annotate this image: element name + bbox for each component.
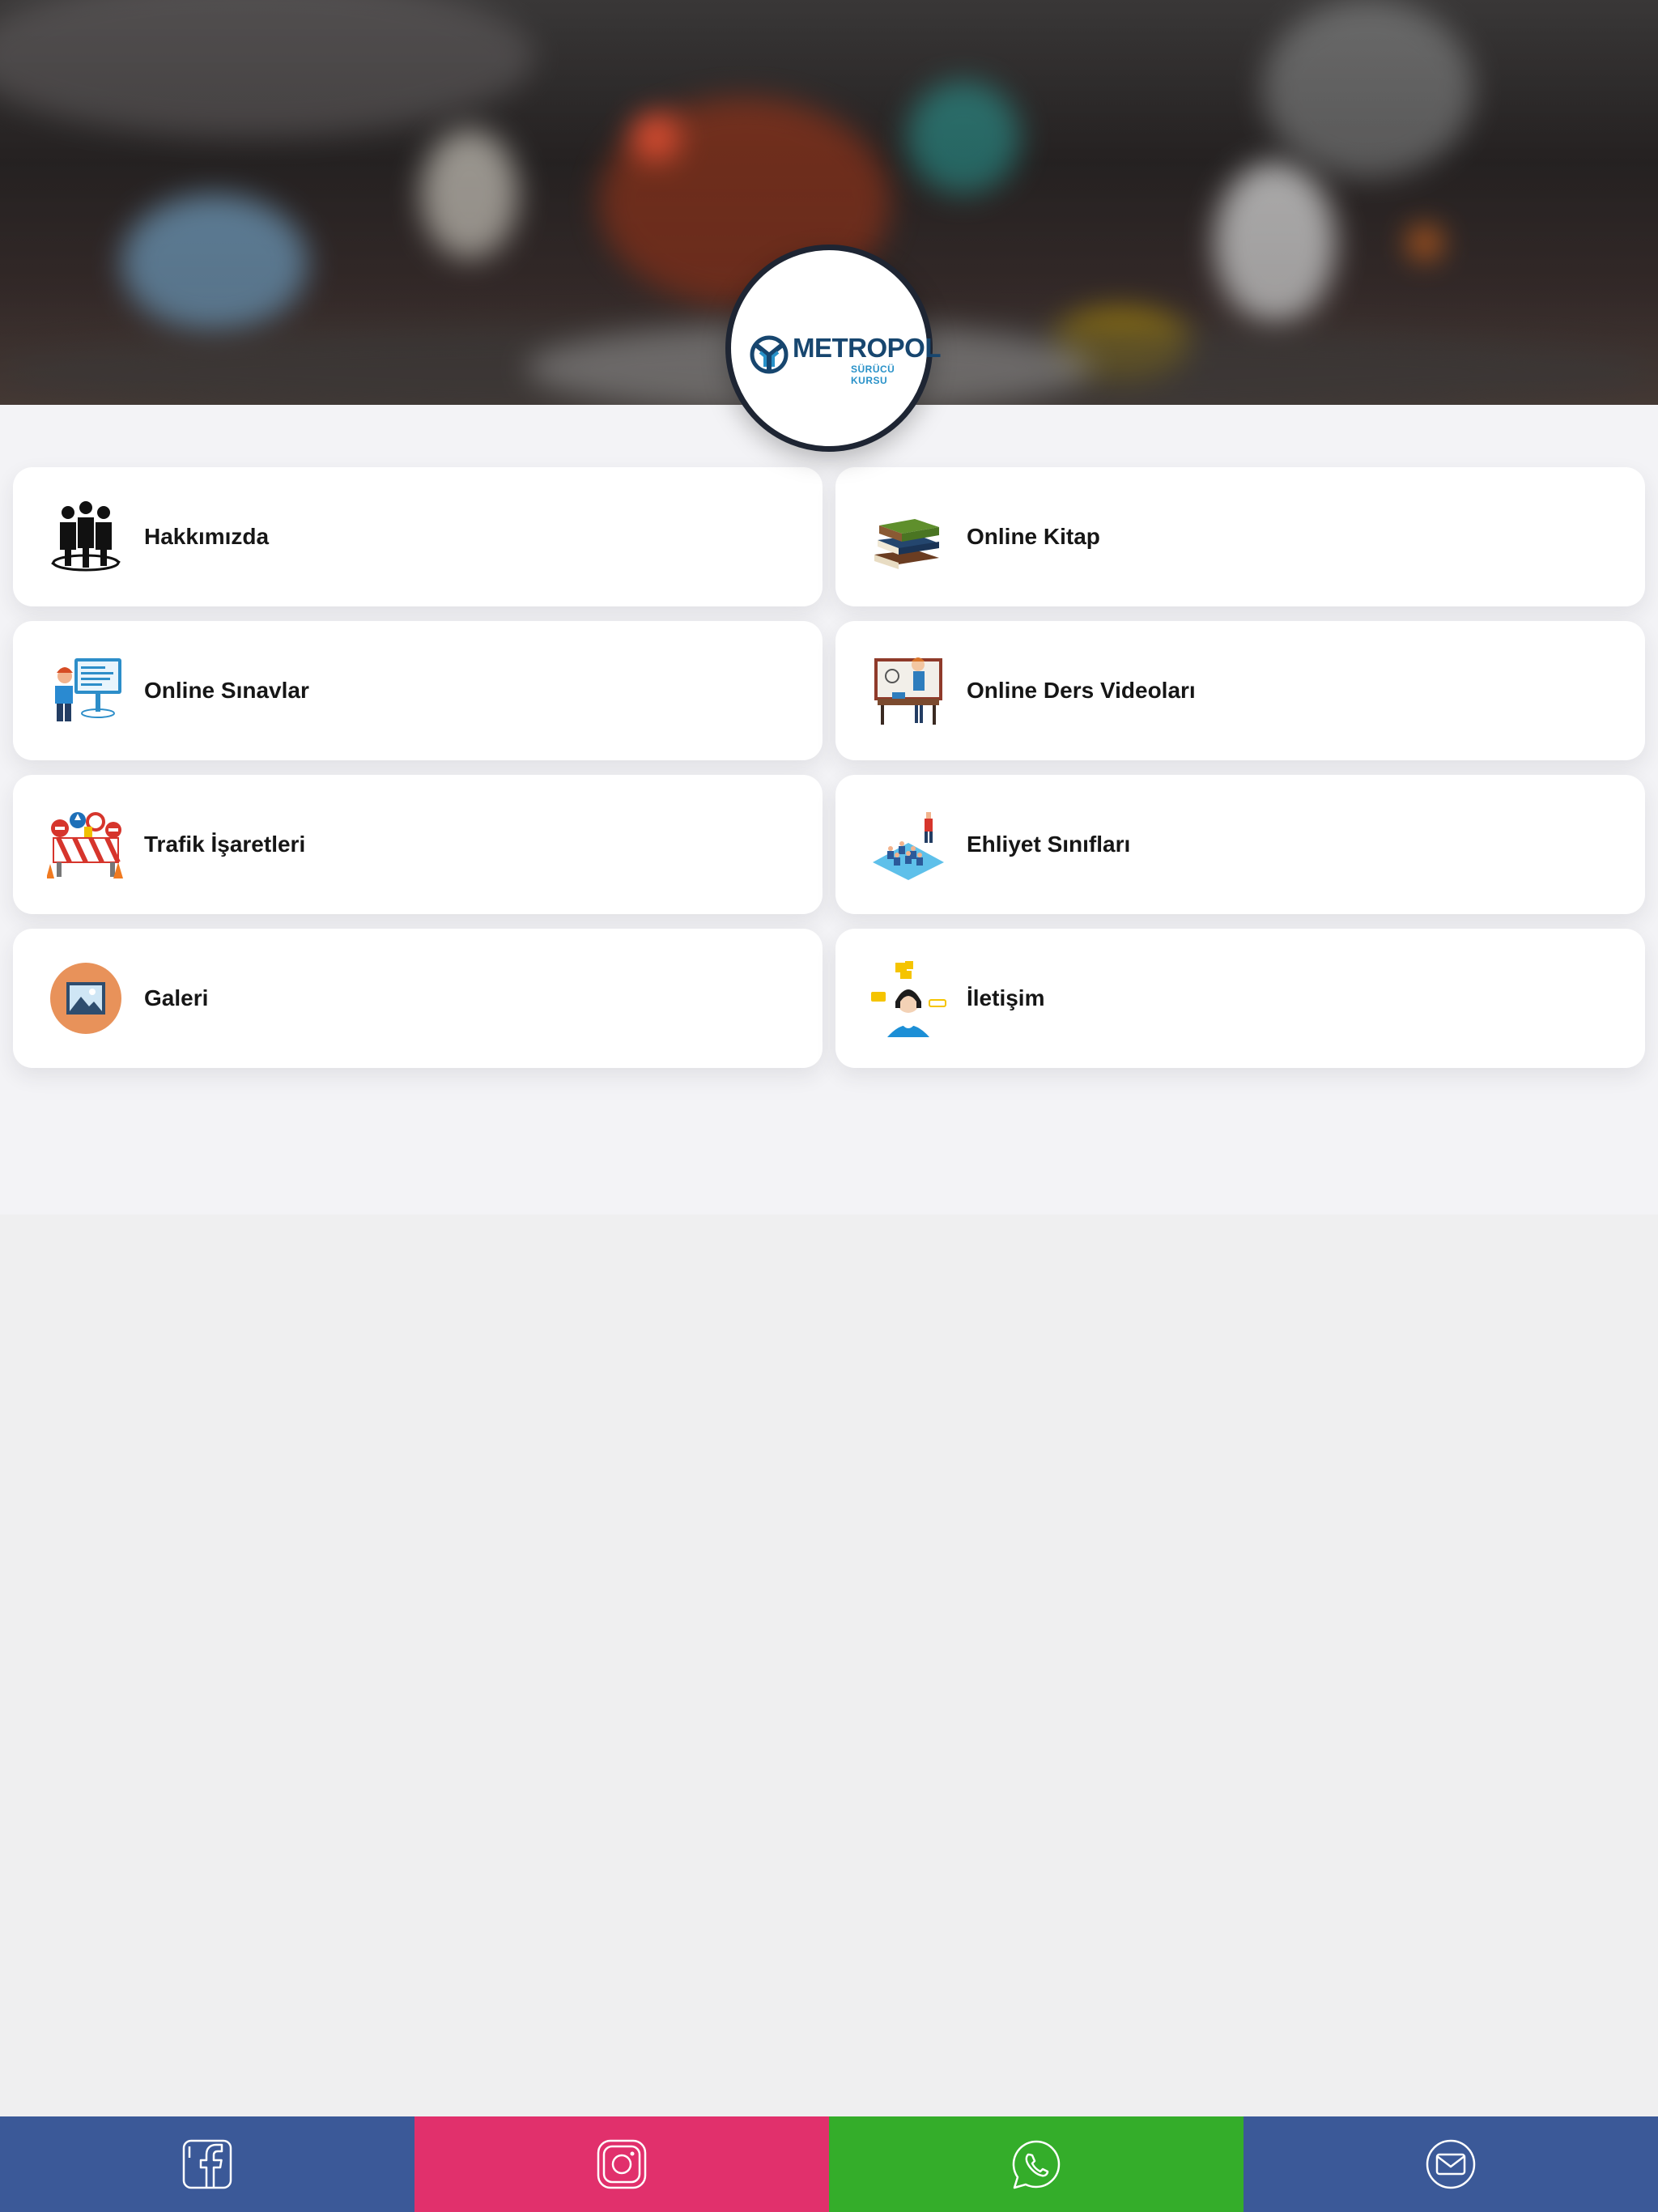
whatsapp-icon — [1012, 2140, 1061, 2189]
menu-item-label: Hakkımızda — [144, 524, 270, 549]
email-button[interactable] — [1244, 2116, 1658, 2212]
menu-item-label: Online Sınavlar — [144, 678, 309, 703]
contact-support-icon — [871, 961, 946, 1037]
mail-icon — [1426, 2139, 1476, 2189]
team-people-icon — [51, 501, 121, 572]
online-exam-computer-icon — [55, 658, 121, 721]
brand-name: METROPOL — [793, 333, 942, 363]
metropol-emblem-icon — [750, 335, 789, 374]
menu-item-online-kitap[interactable]: Online Kitap — [835, 467, 1645, 606]
metropol-logo[interactable]: METROPOL SÜRÜCÜ KURSU — [725, 245, 942, 452]
menu-item-online-sinavlar[interactable]: Online Sınavlar — [13, 621, 823, 760]
facebook-button[interactable] — [0, 2116, 414, 2212]
menu-item-ehliyet-siniflari[interactable]: Ehliyet Sınıfları — [835, 775, 1645, 914]
menu-item-online-ders-videolari[interactable]: Online Ders Videoları — [835, 621, 1645, 760]
social-footer — [0, 2116, 1658, 2212]
menu-item-hakkimizda[interactable]: Hakkımızda — [13, 467, 823, 606]
menu-item-galeri[interactable]: Galeri — [13, 929, 823, 1068]
menu-item-label: İletişim — [967, 985, 1045, 1010]
menu-item-label: Trafik İşaretleri — [144, 832, 306, 857]
instagram-icon — [597, 2139, 647, 2189]
menu-item-label: Ehliyet Sınıfları — [967, 832, 1131, 857]
facebook-icon — [182, 2139, 232, 2189]
menu-item-trafik-isaretleri[interactable]: Trafik İşaretleri — [13, 775, 823, 914]
teacher-presentation-icon — [874, 657, 942, 725]
whatsapp-button[interactable] — [829, 2116, 1244, 2212]
brand-subtitle: SÜRÜCÜ KURSU — [851, 364, 895, 386]
gallery-image-icon — [50, 963, 121, 1034]
traffic-signs-icon — [47, 812, 123, 878]
menu-item-label: Online Ders Videoları — [967, 678, 1196, 703]
instagram-button[interactable] — [414, 2116, 829, 2212]
books-icon — [874, 519, 939, 569]
menu-item-iletisim[interactable]: İletişim — [835, 929, 1645, 1068]
menu-item-label: Online Kitap — [967, 524, 1100, 549]
menu-item-label: Galeri — [144, 985, 209, 1010]
classroom-icon — [873, 812, 944, 880]
